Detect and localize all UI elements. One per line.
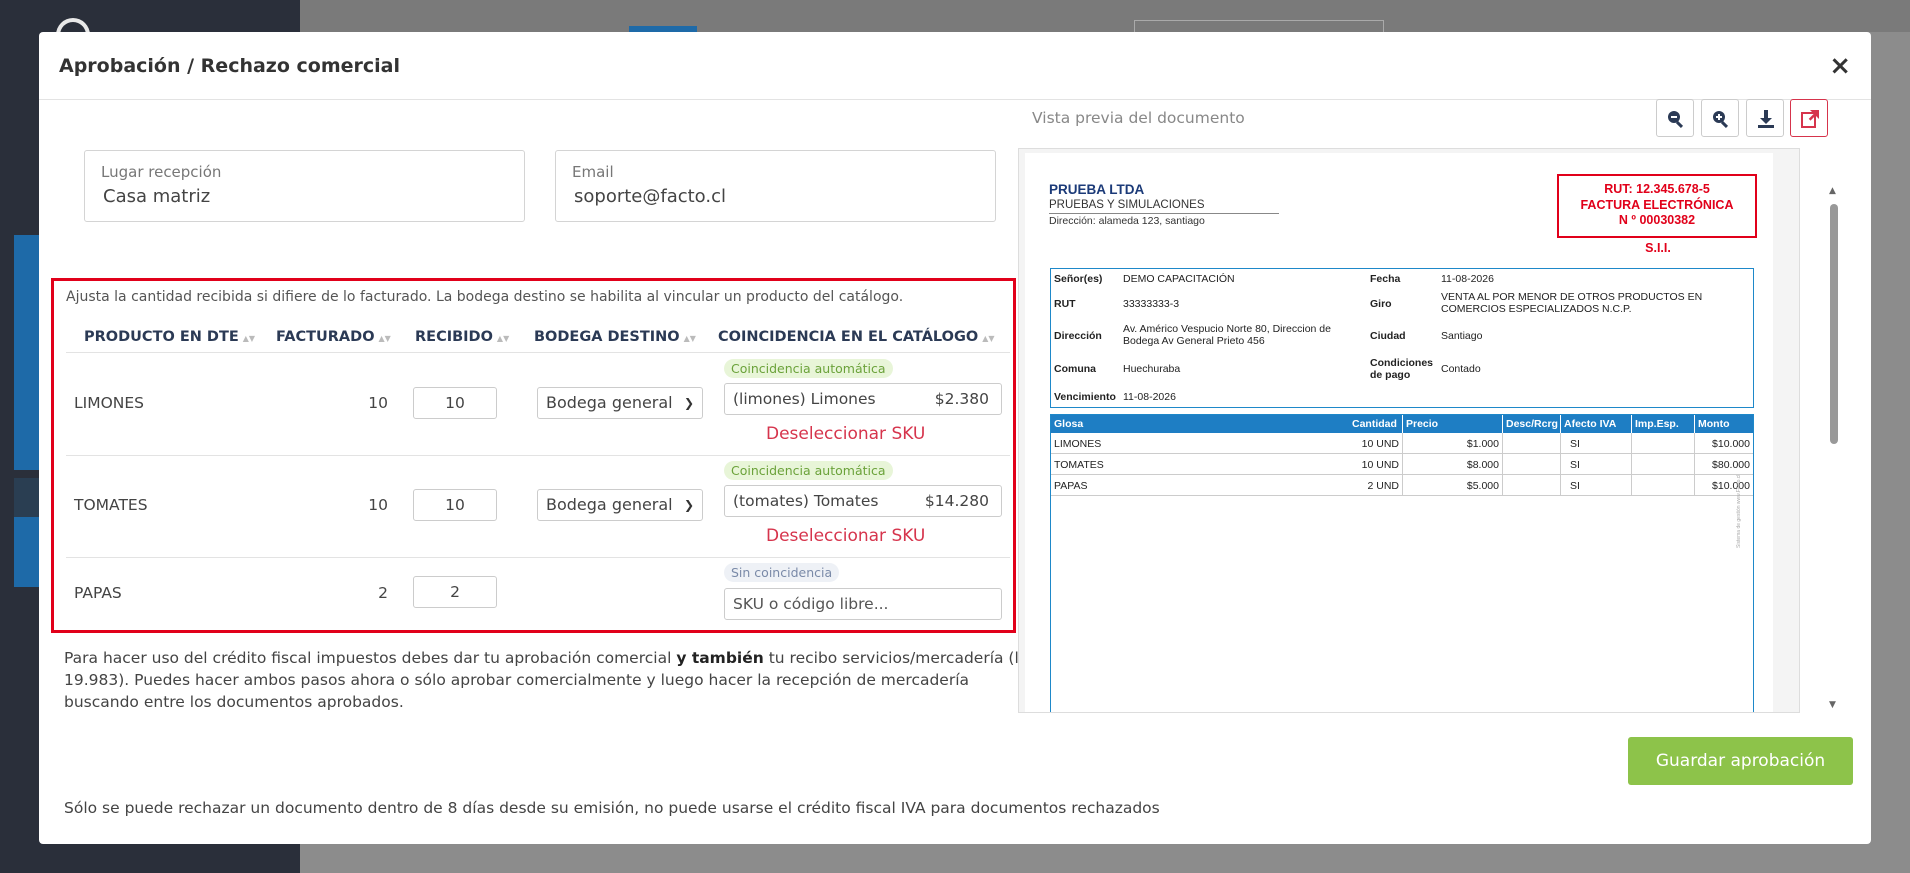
table-row: LIMONES 10 10 Bodega general ❯ Coincidenc…	[66, 354, 1010, 456]
lugar-recepcion-label: Lugar recepción	[101, 163, 222, 181]
lugar-recepcion-field[interactable]: Lugar recepción	[84, 150, 525, 222]
sku-price: $14.280	[924, 492, 989, 510]
product-matching-section: Ajusta la cantidad recibida si difiere d…	[51, 278, 1016, 633]
app-topbar-backdrop	[300, 0, 1910, 32]
facturado-value: 2	[378, 584, 388, 602]
match-badge: Coincidencia automática	[724, 461, 893, 480]
external-link-icon	[1801, 110, 1819, 128]
product-name: TOMATES	[74, 496, 148, 514]
modal-header: Aprobación / Rechazo comercial ×	[39, 32, 1871, 100]
preview-scrollbar[interactable]: ▲ ▼	[1828, 186, 1840, 710]
scroll-up-icon[interactable]: ▲	[1829, 186, 1836, 196]
download-icon	[1758, 110, 1774, 128]
table-header: PRODUCTO EN DTE ▲▼ FACTURADO ▲▼ RECIBIDO ▲▼…	[66, 321, 1010, 353]
invoice-item-row: PAPAS 2 UND $5.000 SI $10.000	[1051, 475, 1753, 496]
recibido-input[interactable]: 10	[413, 489, 497, 521]
zoom-out-button[interactable]	[1656, 99, 1694, 137]
preview-title: Vista previa del documento	[1032, 109, 1245, 127]
matching-hint: Ajusta la cantidad recibida si difiere d…	[66, 289, 904, 305]
recibido-input[interactable]: 10	[413, 387, 497, 419]
match-badge: Sin coincidencia	[724, 563, 840, 582]
match-badge: Coincidencia automática	[724, 359, 893, 378]
email-input[interactable]	[574, 186, 954, 207]
invoice-item-row: TOMATES 10 UND $8.000 SI $80.000	[1051, 454, 1753, 475]
header-facturado[interactable]: FACTURADO ▲▼	[276, 329, 391, 345]
modal-title: Aprobación / Rechazo comercial	[59, 54, 401, 77]
chevron-down-icon: ❯	[683, 396, 694, 410]
invoice-document: PRUEBA LTDA PRUEBAS Y SIMULACIONES Direc…	[1025, 153, 1773, 712]
email-field[interactable]: Email	[555, 150, 996, 222]
reject-policy-note: Sólo se puede rechazar un documento dent…	[64, 799, 1160, 817]
fiscal-credit-note: Para hacer uso del crédito fiscal impues…	[64, 649, 1038, 711]
table-row: TOMATES 10 10 Bodega general ❯ Coincidenc…	[66, 456, 1010, 558]
facturado-value: 10	[368, 496, 388, 514]
facturado-value: 10	[368, 394, 388, 412]
chevron-down-icon: ❯	[683, 498, 694, 512]
receiver-info: Señor(es) DEMO CAPACITACIÓN Fecha 11-08-…	[1050, 268, 1754, 408]
header-recibido[interactable]: RECIBIDO ▲▼	[415, 329, 509, 345]
lugar-recepcion-input[interactable]	[103, 186, 483, 207]
zoom-in-button[interactable]	[1701, 99, 1739, 137]
scrollbar-thumb[interactable]	[1830, 204, 1838, 444]
sku-input[interactable]: (limones) Limones $2.380	[724, 383, 1002, 415]
product-name: LIMONES	[74, 394, 145, 412]
deselect-sku-link[interactable]: Deseleccionar SKU	[766, 424, 925, 444]
items-table: Glosa Cantidad Precio Desc/Rcrg Afecto I…	[1050, 414, 1754, 712]
save-approval-button[interactable]: Guardar aprobación	[1628, 737, 1853, 785]
zoom-in-icon	[1713, 111, 1729, 129]
vertical-watermark: Sistema de gestión www.Facto.cl	[1736, 474, 1742, 548]
bodega-select[interactable]: Bodega general ❯	[537, 489, 703, 521]
deselect-sku-link[interactable]: Deseleccionar SKU	[766, 526, 925, 546]
close-icon[interactable]: ×	[1829, 51, 1851, 81]
email-label: Email	[572, 163, 614, 181]
product-name: PAPAS	[74, 584, 122, 602]
invoice-item-row: LIMONES 10 UND $1.000 SI $10.000	[1051, 433, 1753, 454]
document-preview: PRUEBA LTDA PRUEBAS Y SIMULACIONES Direc…	[1018, 148, 1800, 713]
open-external-button[interactable]	[1790, 99, 1828, 137]
header-coincidencia[interactable]: COINCIDENCIA EN EL CATÁLOGO ▲▼	[718, 329, 995, 345]
scroll-down-icon[interactable]: ▼	[1829, 700, 1836, 710]
download-button[interactable]	[1746, 99, 1784, 137]
header-producto[interactable]: PRODUCTO EN DTE ▲▼	[84, 329, 255, 345]
sii-label: S.I.I.	[1645, 241, 1671, 255]
sku-price: $2.380	[934, 390, 989, 408]
items-table-header: Glosa Cantidad Precio Desc/Rcrg Afecto I…	[1051, 415, 1753, 433]
table-row: PAPAS 2 2 Sin coincidencia SKU o código …	[66, 558, 1010, 628]
rut-box: RUT: 12.345.678-5 FACTURA ELECTRÓNICA N …	[1557, 174, 1757, 238]
issuer-address: Dirección: alameda 123, santiago	[1049, 215, 1205, 227]
zoom-out-icon	[1668, 111, 1684, 129]
topbar-search-backdrop	[1134, 20, 1384, 32]
issuer-giro: PRUEBAS Y SIMULACIONES	[1049, 199, 1279, 214]
recibido-input[interactable]: 2	[413, 576, 497, 608]
sku-input[interactable]: (tomates) Tomates $14.280	[724, 485, 1002, 517]
issuer-name: PRUEBA LTDA	[1049, 182, 1145, 197]
header-bodega[interactable]: BODEGA DESTINO ▲▼	[534, 329, 696, 345]
bodega-select[interactable]: Bodega general ❯	[537, 387, 703, 419]
sku-search-input[interactable]: SKU o código libre...	[724, 588, 1002, 620]
